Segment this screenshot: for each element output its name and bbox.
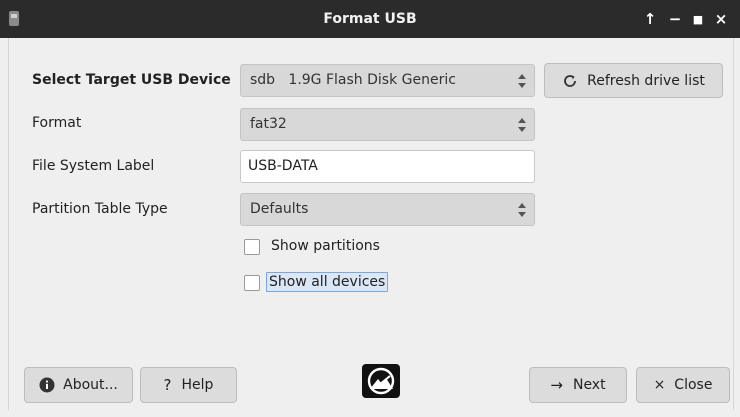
show-all-devices-label[interactable]: Show all devices: [266, 272, 389, 292]
mx-logo-icon: [367, 367, 395, 395]
updown-arrows-icon: [518, 202, 526, 218]
next-button[interactable]: → Next: [529, 367, 627, 403]
device-select-value: sdb 1.9G Flash Disk Generic: [250, 72, 456, 88]
device-select[interactable]: sdb 1.9G Flash Disk Generic: [240, 64, 535, 97]
title-bar: Format USB ↑ − ■ ×: [0, 0, 740, 38]
show-partitions-checkbox[interactable]: [244, 239, 260, 255]
close-icon: ×: [653, 377, 666, 393]
info-icon: [39, 377, 55, 393]
refresh-label: Refresh drive list: [587, 72, 705, 89]
updown-arrows-icon: [518, 117, 526, 133]
close-label: Close: [674, 377, 713, 393]
partition-table-value: Defaults: [250, 201, 309, 217]
format-label: Format: [32, 115, 82, 131]
arrow-up-icon: ↑: [643, 10, 657, 28]
close-button[interactable]: × Close: [636, 367, 730, 403]
partition-table-select[interactable]: Defaults: [240, 193, 535, 226]
show-partitions-label[interactable]: Show partitions: [271, 238, 380, 254]
arrow-right-icon: →: [550, 376, 563, 394]
fs-label-label: File System Label: [32, 158, 155, 174]
next-label: Next: [572, 377, 606, 393]
help-icon: ?: [163, 376, 172, 394]
partition-table-label: Partition Table Type: [32, 201, 168, 217]
fs-label-value: USB-DATA: [248, 158, 318, 174]
updown-arrows-icon: [518, 73, 526, 89]
about-button[interactable]: About...: [24, 367, 133, 403]
fs-label-input[interactable]: USB-DATA: [240, 150, 535, 183]
format-select-value: fat32: [250, 116, 287, 132]
help-label: Help: [181, 377, 214, 393]
about-label: About...: [63, 377, 118, 393]
target-device-label: Select Target USB Device: [32, 72, 231, 88]
close-icon: ×: [714, 10, 728, 28]
maximize-button[interactable]: ■: [687, 0, 709, 38]
format-select[interactable]: fat32: [240, 108, 535, 141]
refresh-icon: [564, 74, 577, 87]
minimize-button[interactable]: −: [664, 0, 686, 38]
help-button[interactable]: ? Help: [140, 367, 237, 403]
show-all-devices-checkbox[interactable]: [244, 275, 260, 291]
minimize-icon: −: [668, 10, 682, 28]
refresh-drive-list-button[interactable]: Refresh drive list: [544, 63, 723, 98]
app-logo: [362, 364, 400, 398]
close-window-button[interactable]: ×: [710, 0, 732, 38]
maximize-icon: ■: [692, 12, 704, 26]
window-title: Format USB: [323, 11, 417, 27]
keep-above-button[interactable]: ↑: [639, 0, 661, 38]
